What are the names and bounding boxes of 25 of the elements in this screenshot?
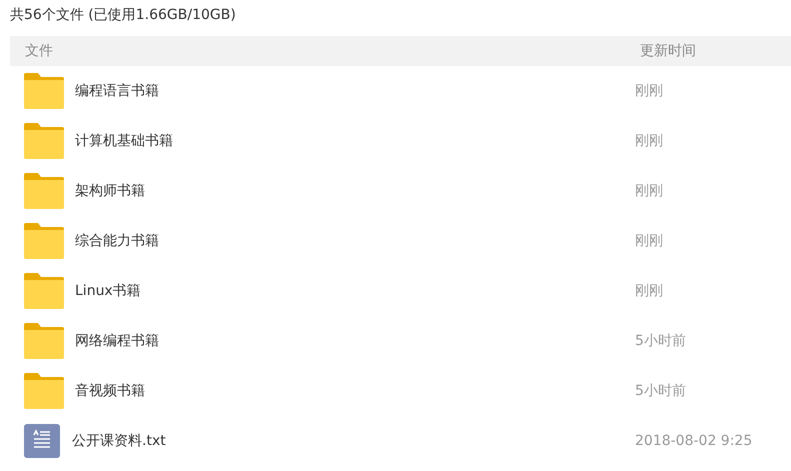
updated-time: 5小时前 — [635, 382, 686, 400]
folder-icon — [24, 73, 64, 109]
file-name[interactable]: 公开课资料.txt — [72, 432, 635, 450]
file-name[interactable]: 音视频书籍 — [75, 382, 635, 400]
updated-time: 5小时前 — [635, 332, 686, 350]
folder-icon — [24, 123, 64, 159]
folder-icon — [24, 223, 64, 259]
folder-icon — [24, 173, 64, 209]
text-file-icon — [24, 424, 60, 458]
updated-time: 刚刚 — [635, 132, 663, 150]
file-name[interactable]: 计算机基础书籍 — [75, 132, 635, 150]
file-count-summary: 共56个文件 (已使用1.66GB/10GB) — [9, 6, 237, 25]
file-name[interactable]: 网络编程书籍 — [75, 332, 635, 350]
updated-time: 刚刚 — [635, 232, 663, 250]
folder-icon — [24, 373, 64, 409]
updated-time: 2018-08-02 9:25 — [635, 433, 752, 449]
updated-time: 刚刚 — [635, 82, 663, 100]
updated-time: 刚刚 — [635, 182, 663, 200]
folder-icon — [24, 323, 64, 359]
folder-icon — [24, 273, 64, 309]
file-name[interactable]: 综合能力书籍 — [75, 232, 635, 250]
updated-time: 刚刚 — [635, 282, 663, 300]
file-name[interactable]: Linux书籍 — [75, 282, 635, 300]
file-name[interactable]: 编程语言书籍 — [75, 82, 635, 100]
file-name[interactable]: 架构师书籍 — [75, 182, 635, 200]
